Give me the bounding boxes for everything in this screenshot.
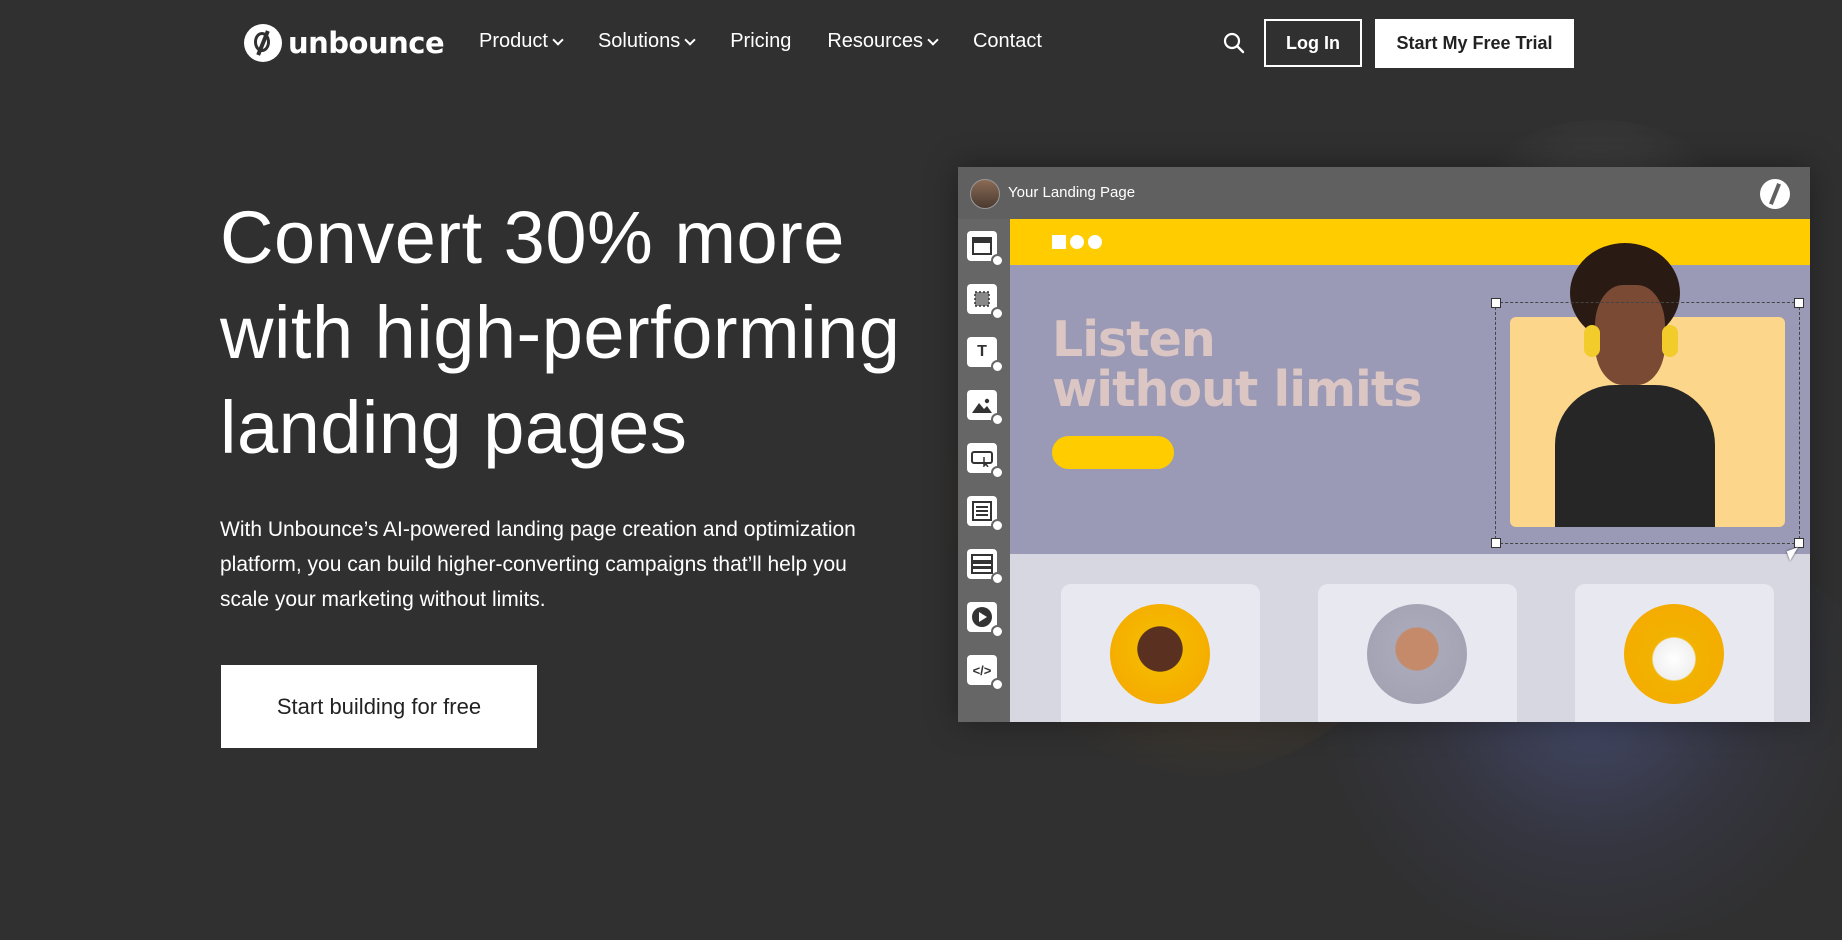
video-icon <box>967 602 1004 638</box>
mock-headline-line2: without limits <box>1052 361 1422 418</box>
search-icon[interactable] <box>1223 32 1245 54</box>
box-icon <box>967 284 1004 320</box>
mock-brand-mark <box>1052 235 1102 249</box>
mock-headline: Listen without limits <box>1052 311 1422 418</box>
menu-item-resources[interactable]: Resources <box>827 30 939 53</box>
menu-label: Resources <box>827 30 923 52</box>
menu-item-contact[interactable]: Contact <box>973 30 1042 53</box>
mock-headline-line1: Listen <box>1052 311 1216 368</box>
selection-frame <box>1491 298 1804 548</box>
mockup-titlebar: Your Landing Page <box>958 167 1810 219</box>
menu-label: Pricing <box>730 30 792 52</box>
mock-card <box>1318 584 1517 722</box>
mockup-canvas: Listen without limits <box>1010 219 1810 722</box>
mock-card <box>1575 584 1774 722</box>
resize-handle <box>1491 298 1501 308</box>
start-building-button[interactable]: Start building for free <box>221 665 537 748</box>
avatar <box>970 179 1000 209</box>
logo-text: unbounce <box>288 26 445 60</box>
mock-hero-section: Listen without limits <box>1010 243 1810 554</box>
menu-item-product[interactable]: Product <box>479 30 564 53</box>
top-navigation: unbounce Product Solutions Pricing Resou… <box>0 0 1842 86</box>
logo-mark-icon <box>244 24 282 62</box>
hero-subtitle: With Unbounce’s AI-powered landing page … <box>220 518 856 611</box>
code-icon: </> <box>967 655 1004 691</box>
builder-toolbar: T </> <box>958 219 1010 722</box>
resize-handle <box>1491 538 1501 548</box>
menu-item-pricing[interactable]: Pricing <box>730 30 791 53</box>
resize-handle <box>1794 298 1804 308</box>
button-icon <box>967 443 1004 479</box>
menu-label: Contact <box>972 30 1042 52</box>
mockup-window-title: Your Landing Page <box>1008 184 1136 201</box>
chevron-down-icon <box>552 33 564 46</box>
chevron-down-icon <box>684 33 696 46</box>
main-menu: Product Solutions Pricing Resources Cont… <box>479 30 1078 53</box>
section-icon <box>967 231 1004 267</box>
mock-header-strip <box>1010 219 1810 265</box>
mock-cta-pill <box>1052 436 1174 469</box>
resize-handle <box>1794 538 1804 548</box>
image-icon <box>967 390 1004 426</box>
menu-item-solutions[interactable]: Solutions <box>597 30 696 53</box>
mock-card-photo <box>1110 604 1210 704</box>
list-icon <box>967 549 1004 585</box>
builder-mockup: Your Landing Page T </> Listen without l… <box>958 167 1810 722</box>
mock-card-photo <box>1367 604 1467 704</box>
text-icon: T <box>967 337 1004 373</box>
hero-title: Convert 30% more with high-performing la… <box>220 196 901 469</box>
mock-card <box>1061 584 1260 722</box>
login-button[interactable]: Log In <box>1264 19 1362 67</box>
unbounce-mark-icon <box>1760 179 1790 209</box>
menu-label: Solutions <box>597 30 681 52</box>
mock-card-photo <box>1624 604 1724 704</box>
chevron-down-icon <box>927 33 939 46</box>
unbounce-logo[interactable]: unbounce <box>244 24 445 62</box>
start-free-trial-button[interactable]: Start My Free Trial <box>1375 19 1574 68</box>
menu-label: Product <box>479 30 548 52</box>
form-icon <box>967 496 1004 532</box>
